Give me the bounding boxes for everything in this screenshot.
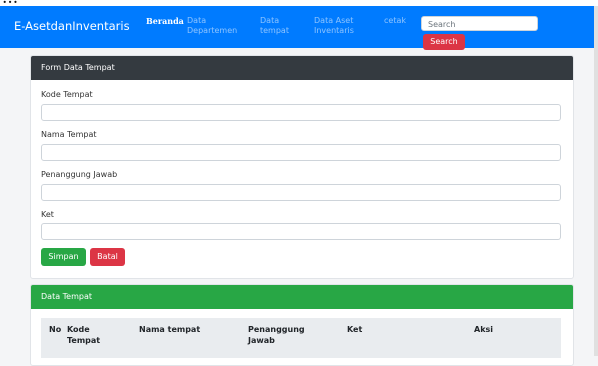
nama-tempat-input[interactable]	[41, 144, 561, 161]
column-header-ket: Ket	[347, 325, 363, 334]
table-card-header: Data Tempat	[31, 285, 573, 309]
nav-item-cetak[interactable]: cetak	[384, 16, 406, 26]
cancel-button[interactable]: Batal	[90, 248, 125, 266]
form-card: Form Data Tempat Kode Tempat Nama Tempat…	[30, 55, 574, 279]
kode-tempat-label: Kode Tempat	[41, 90, 93, 99]
column-header-penanggung-jawab: Penanggung Jawab	[248, 325, 305, 345]
nav-item-beranda[interactable]: Beranda	[146, 16, 184, 26]
table-header-row: No Kode Tempat Nama tempat Penanggung Ja…	[41, 318, 561, 358]
column-header-nama-tempat: Nama tempat	[139, 325, 201, 334]
nav-item-data-departemen[interactable]: Data Departemen	[187, 16, 242, 36]
search-input[interactable]: Search	[421, 16, 538, 31]
column-header-no: No	[49, 325, 62, 334]
nav-item-data-aset-inventaris[interactable]: Data Aset Inventaris	[314, 16, 359, 36]
column-header-kode-tempat: Kode Tempat	[67, 325, 101, 345]
penanggung-jawab-label: Penanggung Jawab	[41, 170, 118, 179]
kode-tempat-input[interactable]	[41, 104, 561, 121]
table-card: Data Tempat No Kode Tempat Nama tempat P…	[30, 284, 574, 366]
nama-tempat-label: Nama Tempat	[41, 130, 97, 139]
brand-link[interactable]: E-AsetdanInventaris	[14, 19, 130, 33]
penanggung-jawab-input[interactable]	[41, 184, 561, 201]
page-scrollbar[interactable]	[594, 6, 598, 356]
nav-item-data-tempat[interactable]: Data tempat	[260, 16, 290, 36]
form-card-header: Form Data Tempat	[31, 56, 573, 80]
navbar: E-AsetdanInventaris Beranda Data Departe…	[0, 6, 598, 50]
search-button[interactable]: Search	[423, 34, 465, 50]
ket-label: Ket	[41, 210, 54, 219]
save-button[interactable]: Simpan	[41, 248, 86, 266]
column-header-aksi: Aksi	[474, 325, 494, 334]
ket-input[interactable]	[41, 223, 561, 240]
